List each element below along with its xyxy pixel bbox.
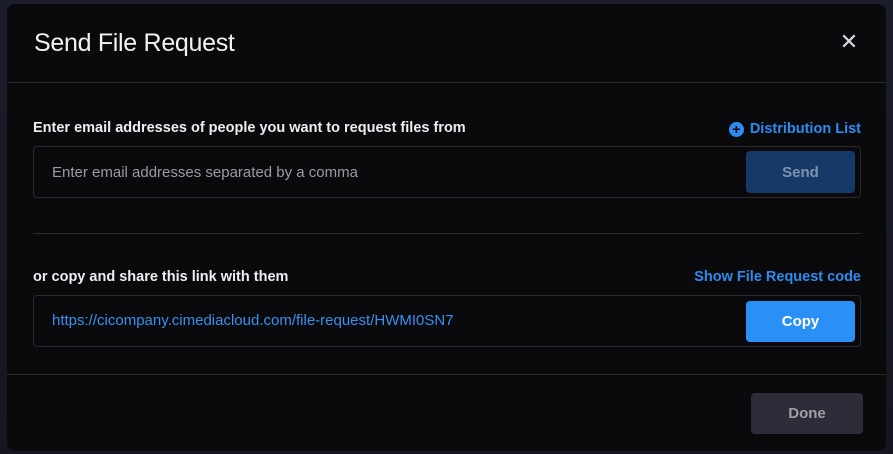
dialog-title: Send File Request: [34, 29, 235, 57]
plus-circle-icon: +: [728, 121, 744, 137]
share-link-group: https://cicompany.cimediacloud.com/file-…: [33, 295, 861, 347]
send-file-request-dialog: Send File Request ✕ Enter email addresse…: [7, 4, 886, 451]
copy-button[interactable]: Copy: [746, 301, 855, 342]
done-button[interactable]: Done: [751, 393, 863, 434]
email-field-group: Send: [33, 146, 861, 198]
share-section-label: or copy and share this link with them: [33, 269, 289, 285]
send-button[interactable]: Send: [746, 151, 855, 193]
show-file-request-code-label: Show File Request code: [694, 269, 861, 285]
dialog-header: Send File Request ✕: [7, 4, 886, 83]
section-divider: [33, 233, 861, 234]
distribution-list-link[interactable]: + Distribution List: [728, 121, 861, 137]
distribution-list-label: Distribution List: [749, 121, 861, 137]
show-file-request-code-link[interactable]: Show File Request code: [694, 269, 861, 285]
file-request-link[interactable]: https://cicompany.cimediacloud.com/file-…: [52, 312, 454, 329]
request-section-label: Enter email addresses of people you want…: [33, 120, 466, 136]
footer-divider: [7, 374, 886, 375]
email-input[interactable]: [34, 147, 734, 197]
close-icon[interactable]: ✕: [838, 31, 860, 53]
